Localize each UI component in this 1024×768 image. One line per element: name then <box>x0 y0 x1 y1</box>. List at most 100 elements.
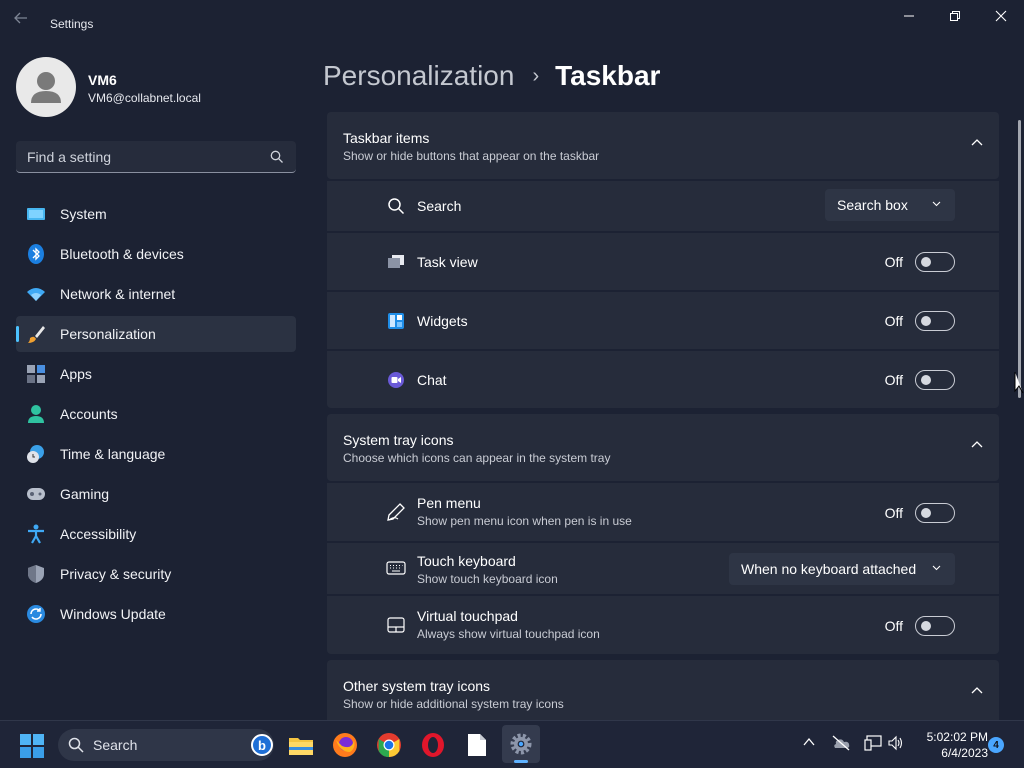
close-icon <box>995 10 1007 22</box>
chevron-up-icon[interactable] <box>802 735 816 749</box>
sidebar-item-label: Apps <box>60 366 92 382</box>
sidebar-item-gaming[interactable]: Gaming <box>16 476 296 512</box>
start-button[interactable] <box>20 734 44 763</box>
bluetooth-icon <box>26 244 46 264</box>
back-button[interactable] <box>14 12 34 28</box>
section-title: Taskbar items <box>343 130 430 146</box>
windows-logo-icon <box>20 734 44 758</box>
sidebar-item-label: System <box>60 206 107 222</box>
sidebar-item-label: Network & internet <box>60 286 176 302</box>
sidebar-item-personalization[interactable]: Personalization <box>16 316 296 352</box>
widgets-label: Widgets <box>417 313 468 329</box>
update-icon <box>26 604 46 624</box>
restore-button[interactable] <box>932 5 978 27</box>
sidebar-item-label: Personalization <box>60 326 156 342</box>
touch-keyboard-label: Touch keyboard <box>417 553 516 569</box>
pen-menu-toggle[interactable] <box>915 503 955 523</box>
breadcrumb: Personalization › Taskbar <box>323 58 660 94</box>
taskbar: Search b 5:02:02 PM 6/4/2023 4 <box>0 720 1024 768</box>
onedrive-offline-icon[interactable] <box>832 735 850 751</box>
chat-toggle[interactable] <box>915 370 955 390</box>
other-tray-header[interactable]: Other system tray icons Show or hide add… <box>327 660 999 724</box>
pen-menu-description: Show pen menu icon when pen is in use <box>417 514 632 528</box>
pen-menu-label: Pen menu <box>417 495 481 511</box>
page-title: Taskbar <box>555 60 661 91</box>
virtual-touchpad-description: Always show virtual touchpad icon <box>417 627 600 641</box>
sidebar-item-time-language[interactable]: Time & language <box>16 436 296 472</box>
sidebar-item-accessibility[interactable]: Accessibility <box>16 516 296 552</box>
opera-icon[interactable] <box>417 729 449 761</box>
close-button[interactable] <box>978 5 1024 27</box>
widgets-state: Off <box>884 313 903 329</box>
find-setting-box[interactable] <box>16 141 296 173</box>
system-tray-header[interactable]: System tray icons Choose which icons can… <box>327 414 999 481</box>
search-dropdown[interactable]: Search box <box>825 189 955 221</box>
chevron-up-icon[interactable] <box>971 686 983 694</box>
pen-menu-state: Off <box>884 505 903 521</box>
chat-row: Chat Off <box>327 351 999 408</box>
avatar[interactable] <box>16 57 76 117</box>
find-setting-input[interactable] <box>27 149 257 165</box>
shield-icon <box>26 564 46 584</box>
widgets-toggle[interactable] <box>915 311 955 331</box>
task-view-label: Task view <box>417 254 478 270</box>
search-icon <box>68 737 84 753</box>
sidebar-item-label: Privacy & security <box>60 566 172 582</box>
chat-label: Chat <box>417 372 447 388</box>
chrome-icon[interactable] <box>373 729 405 761</box>
task-view-row: Task view Off <box>327 233 999 290</box>
breadcrumb-parent[interactable]: Personalization <box>323 60 514 92</box>
scrollbar[interactable] <box>1018 120 1021 398</box>
taskbar-items-header[interactable]: Taskbar items Show or hide buttons that … <box>327 112 999 179</box>
touch-keyboard-row: Touch keyboard Show touch keyboard icon … <box>327 543 999 594</box>
chevron-down-icon <box>932 201 941 207</box>
sidebar-item-accounts[interactable]: Accounts <box>16 396 296 432</box>
sidebar-item-system[interactable]: System <box>16 196 296 232</box>
search-dropdown-value: Search box <box>837 197 908 213</box>
sidebar-item-windows-update[interactable]: Windows Update <box>16 596 296 632</box>
widgets-row: Widgets Off <box>327 292 999 349</box>
breadcrumb-separator: › <box>532 64 540 87</box>
back-arrow-icon <box>14 12 27 24</box>
search-icon[interactable] <box>270 150 284 164</box>
minimize-icon <box>904 15 914 17</box>
taskbar-search-label: Search <box>93 737 138 753</box>
virtual-touchpad-toggle[interactable] <box>915 616 955 636</box>
pen-icon <box>386 502 406 522</box>
user-silhouette-icon <box>31 72 61 103</box>
accessibility-icon <box>26 524 46 544</box>
virtual-touchpad-row: Virtual touchpad Always show virtual tou… <box>327 596 999 654</box>
touch-keyboard-description: Show touch keyboard icon <box>417 572 558 586</box>
sidebar-item-bluetooth[interactable]: Bluetooth & devices <box>16 236 296 272</box>
accounts-icon <box>26 404 46 424</box>
task-view-toggle[interactable] <box>915 252 955 272</box>
file-explorer-icon[interactable] <box>285 729 317 761</box>
bing-icon[interactable]: b <box>251 734 273 756</box>
user-name: VM6 <box>88 72 117 88</box>
volume-icon[interactable] <box>888 735 904 751</box>
virtual-touchpad-state: Off <box>884 618 903 634</box>
settings-icon[interactable] <box>502 725 540 763</box>
touch-keyboard-dropdown[interactable]: When no keyboard attached <box>729 553 955 585</box>
network-icon[interactable] <box>864 735 882 751</box>
touch-keyboard-dropdown-value: When no keyboard attached <box>741 561 917 577</box>
touchpad-icon <box>386 615 406 635</box>
chevron-up-icon[interactable] <box>971 440 983 448</box>
minimize-button[interactable] <box>886 5 932 27</box>
taskbar-clock[interactable]: 5:02:02 PM 6/4/2023 <box>908 729 988 761</box>
firefox-icon[interactable] <box>329 729 361 761</box>
notepad-icon[interactable] <box>461 729 493 761</box>
chevron-up-icon[interactable] <box>971 138 983 146</box>
restore-icon <box>950 11 960 21</box>
sidebar-item-network[interactable]: Network & internet <box>16 276 296 312</box>
task-view-icon <box>386 252 406 272</box>
clock-globe-icon <box>26 444 46 464</box>
taskbar-search[interactable]: Search b <box>58 729 274 761</box>
search-label: Search <box>417 198 462 214</box>
sidebar-item-label: Bluetooth & devices <box>60 246 184 262</box>
notification-badge[interactable]: 4 <box>988 737 1004 753</box>
search-row: Search Search box <box>327 181 999 231</box>
sidebar-item-apps[interactable]: Apps <box>16 356 296 392</box>
keyboard-icon <box>386 558 406 578</box>
sidebar-item-privacy-security[interactable]: Privacy & security <box>16 556 296 592</box>
